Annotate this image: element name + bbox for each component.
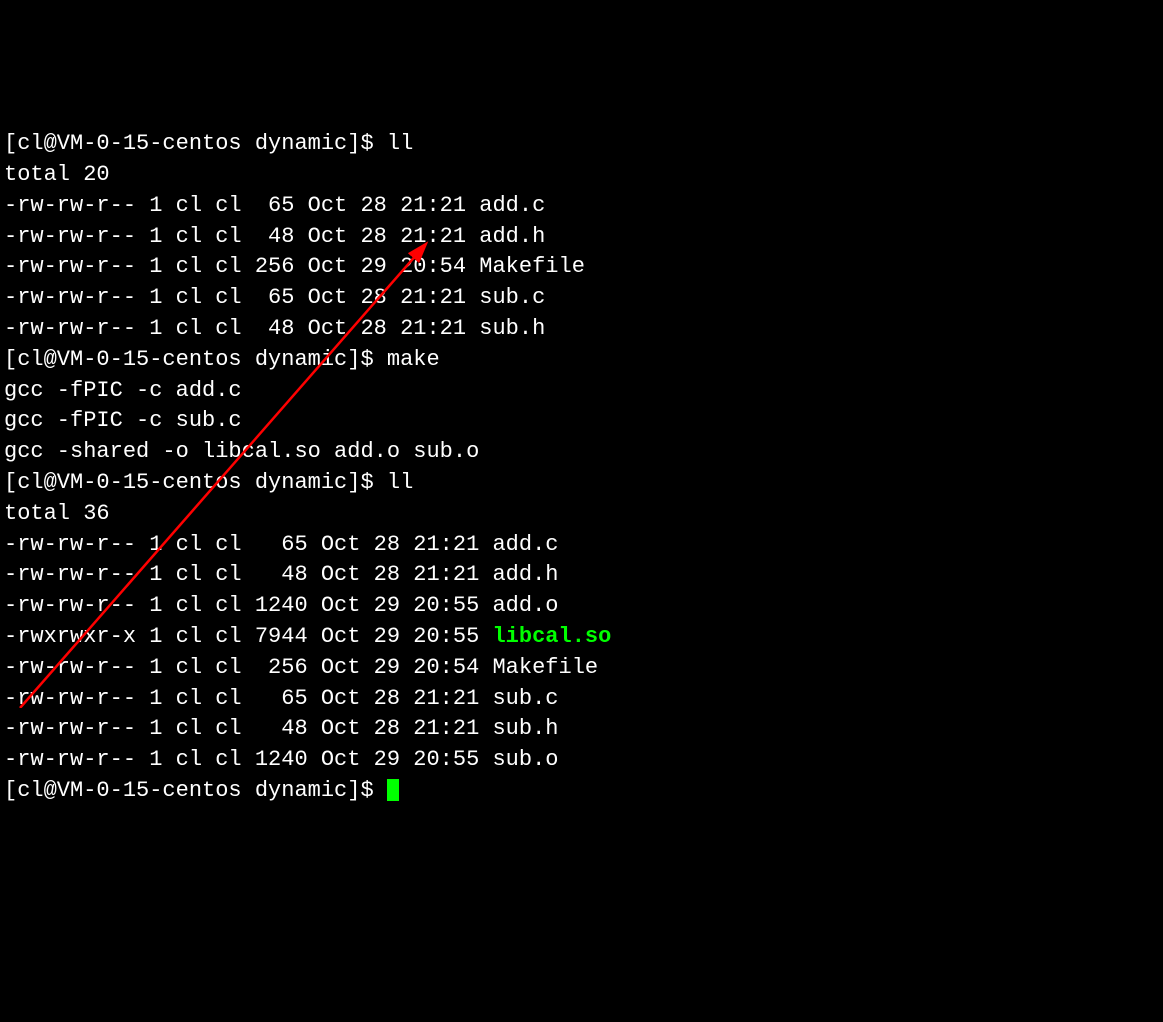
terminal-text: -rw-rw-r-- 1 cl cl 65 Oct 28 21:21 sub.c xyxy=(4,686,559,711)
terminal-text: -rw-rw-r-- 1 cl cl 48 Oct 28 21:21 add.h xyxy=(4,224,545,249)
terminal-text: gcc -fPIC -c sub.c xyxy=(4,408,242,433)
terminal-line: gcc -shared -o libcal.so add.o sub.o xyxy=(4,437,1159,468)
terminal-line: [cl@VM-0-15-centos dynamic]$ make xyxy=(4,345,1159,376)
terminal-text: -rw-rw-r-- 1 cl cl 256 Oct 29 20:54 Make… xyxy=(4,254,585,279)
terminal-line: total 36 xyxy=(4,499,1159,530)
terminal-line: gcc -fPIC -c add.c xyxy=(4,376,1159,407)
terminal-line: -rw-rw-r-- 1 cl cl 65 Oct 28 21:21 add.c xyxy=(4,530,1159,561)
terminal-line: -rw-rw-r-- 1 cl cl 48 Oct 28 21:21 add.h xyxy=(4,560,1159,591)
terminal-text: [cl@VM-0-15-centos dynamic]$ make xyxy=(4,347,440,372)
terminal-line: -rw-rw-r-- 1 cl cl 256 Oct 29 20:54 Make… xyxy=(4,252,1159,283)
terminal-text: total 20 xyxy=(4,162,110,187)
terminal-text: gcc -fPIC -c add.c xyxy=(4,378,242,403)
terminal-line: -rw-rw-r-- 1 cl cl 1240 Oct 29 20:55 add… xyxy=(4,591,1159,622)
terminal-line: -rwxrwxr-x 1 cl cl 7944 Oct 29 20:55 lib… xyxy=(4,622,1159,653)
terminal-text: -rw-rw-r-- 1 cl cl 65 Oct 28 21:21 sub.c xyxy=(4,285,545,310)
terminal-line: -rw-rw-r-- 1 cl cl 48 Oct 28 21:21 sub.h xyxy=(4,314,1159,345)
terminal-text: -rw-rw-r-- 1 cl cl 65 Oct 28 21:21 add.c xyxy=(4,193,545,218)
terminal-line: -rw-rw-r-- 1 cl cl 48 Oct 28 21:21 sub.h xyxy=(4,714,1159,745)
terminal-line: [cl@VM-0-15-centos dynamic]$ ll xyxy=(4,468,1159,499)
terminal-text: total 36 xyxy=(4,501,110,526)
terminal-text: -rw-rw-r-- 1 cl cl 256 Oct 29 20:54 Make… xyxy=(4,655,598,680)
terminal-line: -rw-rw-r-- 1 cl cl 65 Oct 28 21:21 add.c xyxy=(4,191,1159,222)
terminal-text: -rw-rw-r-- 1 cl cl 1240 Oct 29 20:55 sub… xyxy=(4,747,559,772)
terminal-text: [cl@VM-0-15-centos dynamic]$ xyxy=(4,778,387,803)
terminal-text: -rwxrwxr-x 1 cl cl 7944 Oct 29 20:55 xyxy=(4,624,492,649)
cursor xyxy=(387,779,399,801)
terminal-line: -rw-rw-r-- 1 cl cl 256 Oct 29 20:54 Make… xyxy=(4,653,1159,684)
terminal-line: -rw-rw-r-- 1 cl cl 65 Oct 28 21:21 sub.c xyxy=(4,684,1159,715)
executable-filename: libcal.so xyxy=(492,624,611,649)
terminal-line: -rw-rw-r-- 1 cl cl 48 Oct 28 21:21 add.h xyxy=(4,222,1159,253)
terminal-line: [cl@VM-0-15-centos dynamic]$ xyxy=(4,776,1159,807)
terminal-line: -rw-rw-r-- 1 cl cl 65 Oct 28 21:21 sub.c xyxy=(4,283,1159,314)
terminal-text: -rw-rw-r-- 1 cl cl 48 Oct 28 21:21 add.h xyxy=(4,562,559,587)
terminal-output[interactable]: [cl@VM-0-15-centos dynamic]$ ll total 20 -… xyxy=(4,129,1159,807)
terminal-line: [cl@VM-0-15-centos dynamic]$ ll xyxy=(4,129,1159,160)
terminal-line: gcc -fPIC -c sub.c xyxy=(4,406,1159,437)
terminal-text: [cl@VM-0-15-centos dynamic]$ ll xyxy=(4,131,413,156)
terminal-text: -rw-rw-r-- 1 cl cl 65 Oct 28 21:21 add.c xyxy=(4,532,559,557)
terminal-line: -rw-rw-r-- 1 cl cl 1240 Oct 29 20:55 sub… xyxy=(4,745,1159,776)
terminal-line: total 20 xyxy=(4,160,1159,191)
terminal-text: -rw-rw-r-- 1 cl cl 48 Oct 28 21:21 sub.h xyxy=(4,716,559,741)
terminal-text: -rw-rw-r-- 1 cl cl 1240 Oct 29 20:55 add… xyxy=(4,593,559,618)
terminal-text: [cl@VM-0-15-centos dynamic]$ ll xyxy=(4,470,413,495)
terminal-text: -rw-rw-r-- 1 cl cl 48 Oct 28 21:21 sub.h xyxy=(4,316,545,341)
terminal-text: gcc -shared -o libcal.so add.o sub.o xyxy=(4,439,479,464)
